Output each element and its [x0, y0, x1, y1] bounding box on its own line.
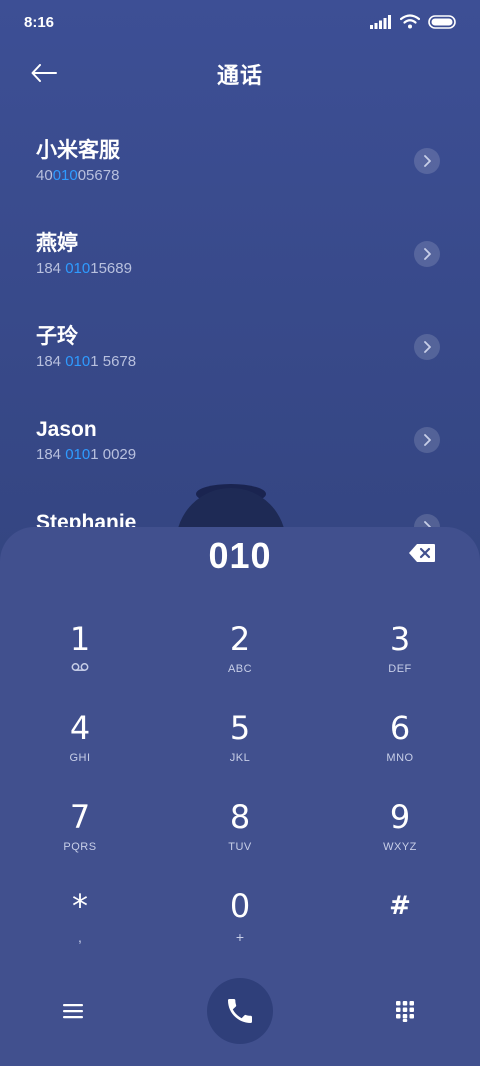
key-digit: 3	[389, 620, 411, 658]
key-letters: JKL	[229, 752, 251, 764]
keypad-row: 1 2 ABC 3 DEF	[0, 619, 480, 708]
key-9[interactable]: 9 WXYZ	[340, 797, 460, 877]
number-match: 010	[65, 260, 91, 277]
wifi-icon	[400, 14, 420, 29]
chevron-right-icon	[424, 341, 431, 353]
voicemail-icon	[71, 663, 89, 671]
dialer-screen: 8:16 通话 小米客服 4001005678 燕婷 184 01015689 …	[0, 0, 480, 1066]
key-digit: 5	[229, 709, 251, 747]
backspace-icon	[409, 544, 435, 562]
phone-icon	[228, 999, 252, 1023]
contact-detail-button[interactable]	[414, 241, 440, 267]
chevron-right-icon	[424, 434, 431, 446]
keypad: 1 2 ABC 3 DEF 4 GHI 5 JKL 6 MNO 7 PQRS 8…	[0, 619, 480, 975]
key-letters: WXYZ	[383, 841, 417, 853]
number-match: 010	[65, 353, 91, 370]
key-5[interactable]: 5 JKL	[180, 708, 300, 788]
key-letters: +	[235, 929, 245, 945]
page-title: 通话	[216, 63, 263, 88]
call-button[interactable]	[207, 978, 273, 1044]
contact-number: 4001005678	[36, 167, 120, 184]
keypad-row: 4 GHI 5 JKL 6 MNO	[0, 708, 480, 797]
key-star[interactable]: * ,	[20, 886, 140, 966]
key-digit: 8	[229, 798, 251, 836]
signal-icon	[370, 14, 391, 29]
status-bar: 8:16	[0, 0, 480, 44]
keypad-row: * , 0 + #	[0, 886, 480, 975]
contact-item[interactable]: 子玲 184 0101 5678	[0, 314, 480, 407]
bottom-action-bar	[0, 976, 480, 1046]
key-letters: ,	[78, 929, 82, 945]
key-letters: DEF	[388, 663, 412, 675]
battery-icon	[428, 14, 456, 29]
contact-number: 184 0101 5678	[36, 353, 137, 370]
number-match: 010	[52, 167, 78, 184]
contact-number: 184 0101 0029	[36, 446, 137, 463]
key-8[interactable]: 8 TUV	[180, 797, 300, 877]
key-1[interactable]: 1	[20, 619, 140, 699]
header: 通话	[0, 48, 480, 98]
chevron-right-icon	[424, 248, 431, 260]
key-letters: ABC	[227, 663, 253, 675]
key-2[interactable]: 2 ABC	[180, 619, 300, 699]
status-icons	[370, 14, 458, 29]
key-6[interactable]: 6 MNO	[340, 708, 460, 788]
keypad-row: 7 PQRS 8 TUV 9 WXYZ	[0, 797, 480, 886]
contact-item[interactable]: 燕婷 184 01015689	[0, 221, 480, 314]
key-letters: PQRS	[63, 841, 97, 853]
key-digit: 4	[69, 709, 91, 747]
key-digit: 1	[69, 620, 91, 658]
keypad-toggle-button[interactable]	[390, 996, 420, 1026]
contact-item[interactable]: 小米客服 4001005678	[0, 128, 480, 221]
key-digit: *	[72, 887, 88, 925]
contact-number: 184 01015689	[36, 260, 132, 277]
key-3[interactable]: 3 DEF	[340, 619, 460, 699]
key-digit: 6	[389, 709, 411, 747]
key-digit: 0	[229, 887, 251, 925]
contact-detail-button[interactable]	[414, 148, 440, 174]
menu-button[interactable]	[58, 996, 88, 1026]
status-time: 8:16	[24, 14, 55, 31]
number-match: 010	[65, 446, 91, 463]
chevron-right-icon	[424, 155, 431, 167]
voicemail-label	[20, 661, 140, 677]
menu-icon	[63, 1004, 83, 1019]
contact-detail-button[interactable]	[414, 427, 440, 453]
key-hash[interactable]: #	[340, 886, 460, 966]
key-letters: MNO	[386, 752, 414, 764]
key-digit: 9	[389, 798, 411, 836]
key-digit: 7	[69, 798, 91, 836]
key-0[interactable]: 0 +	[180, 886, 300, 966]
keypad-icon	[396, 1001, 414, 1022]
dialpad-sheet: 010 1 2 ABC 3 DEF 4 GHI 5 JKL 6 MNO 7 PQ…	[0, 527, 480, 1066]
key-digit: 2	[229, 620, 251, 658]
key-4[interactable]: 4 GHI	[20, 708, 140, 788]
contact-detail-button[interactable]	[414, 334, 440, 360]
key-7[interactable]: 7 PQRS	[20, 797, 140, 877]
key-letters: TUV	[228, 841, 252, 853]
key-letters: GHI	[69, 752, 91, 764]
key-digit: #	[389, 891, 411, 921]
backspace-button[interactable]	[408, 543, 442, 565]
